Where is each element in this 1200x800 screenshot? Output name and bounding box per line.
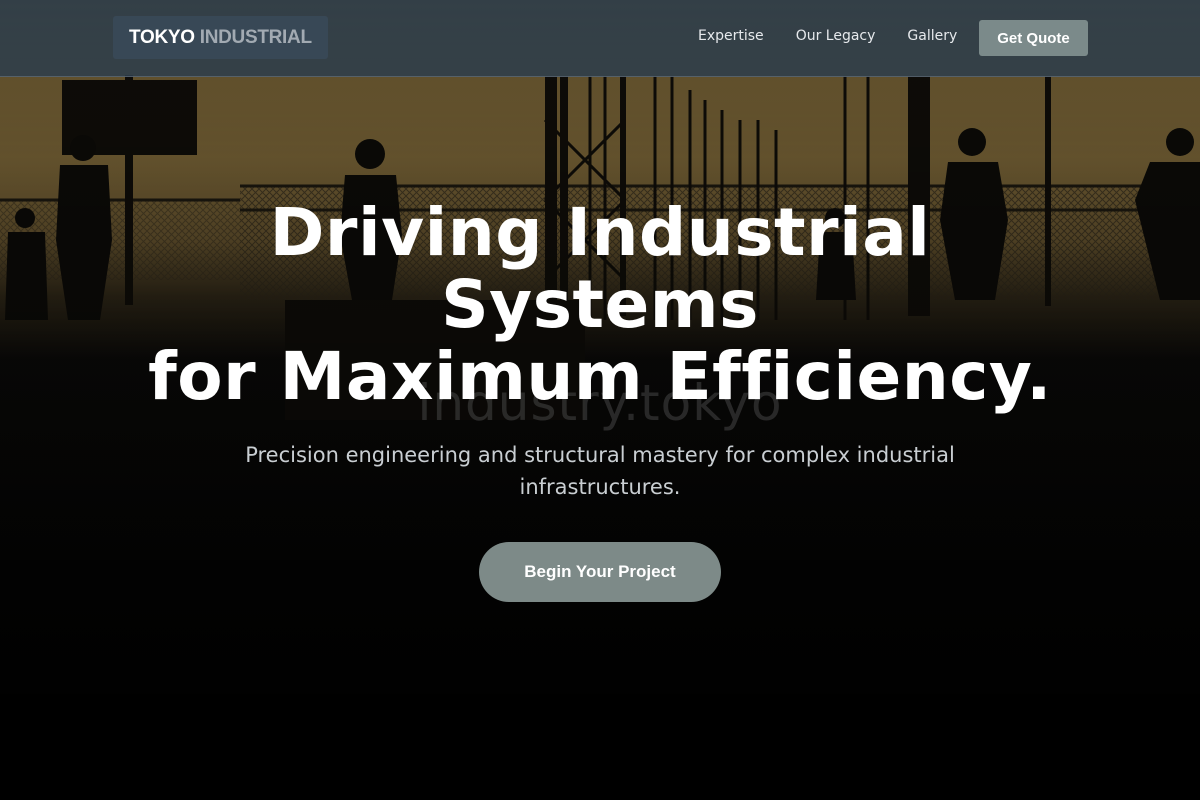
headline-line-2: Systems	[441, 266, 759, 343]
headline-line-3: for Maximum Efficiency.	[148, 338, 1052, 415]
navbar: TOKYO INDUSTRIAL Expertise Our Legacy Ga…	[0, 0, 1200, 77]
brand-primary-text: TOKYO	[129, 26, 195, 48]
begin-project-button[interactable]: Begin Your Project	[479, 542, 721, 602]
nav-link-our-legacy[interactable]: Our Legacy	[796, 28, 876, 44]
nav-link-gallery[interactable]: Gallery	[907, 28, 957, 44]
hero-subtitle: Precision engineering and structural mas…	[245, 443, 955, 499]
headline-line-1: Driving Industrial	[269, 194, 931, 271]
hero-headline: Driving Industrial Systems for Maximum E…	[0, 197, 1200, 413]
nav-links: Expertise Our Legacy Gallery	[698, 28, 989, 44]
hero-section: industry.tokyo TOKYO INDUSTRIAL Expertis…	[0, 0, 1200, 800]
get-quote-button[interactable]: Get Quote	[979, 20, 1088, 56]
brand-logo[interactable]: TOKYO INDUSTRIAL	[113, 16, 328, 59]
brand-secondary-text: INDUSTRIAL	[199, 26, 312, 48]
nav-link-expertise[interactable]: Expertise	[698, 28, 764, 44]
